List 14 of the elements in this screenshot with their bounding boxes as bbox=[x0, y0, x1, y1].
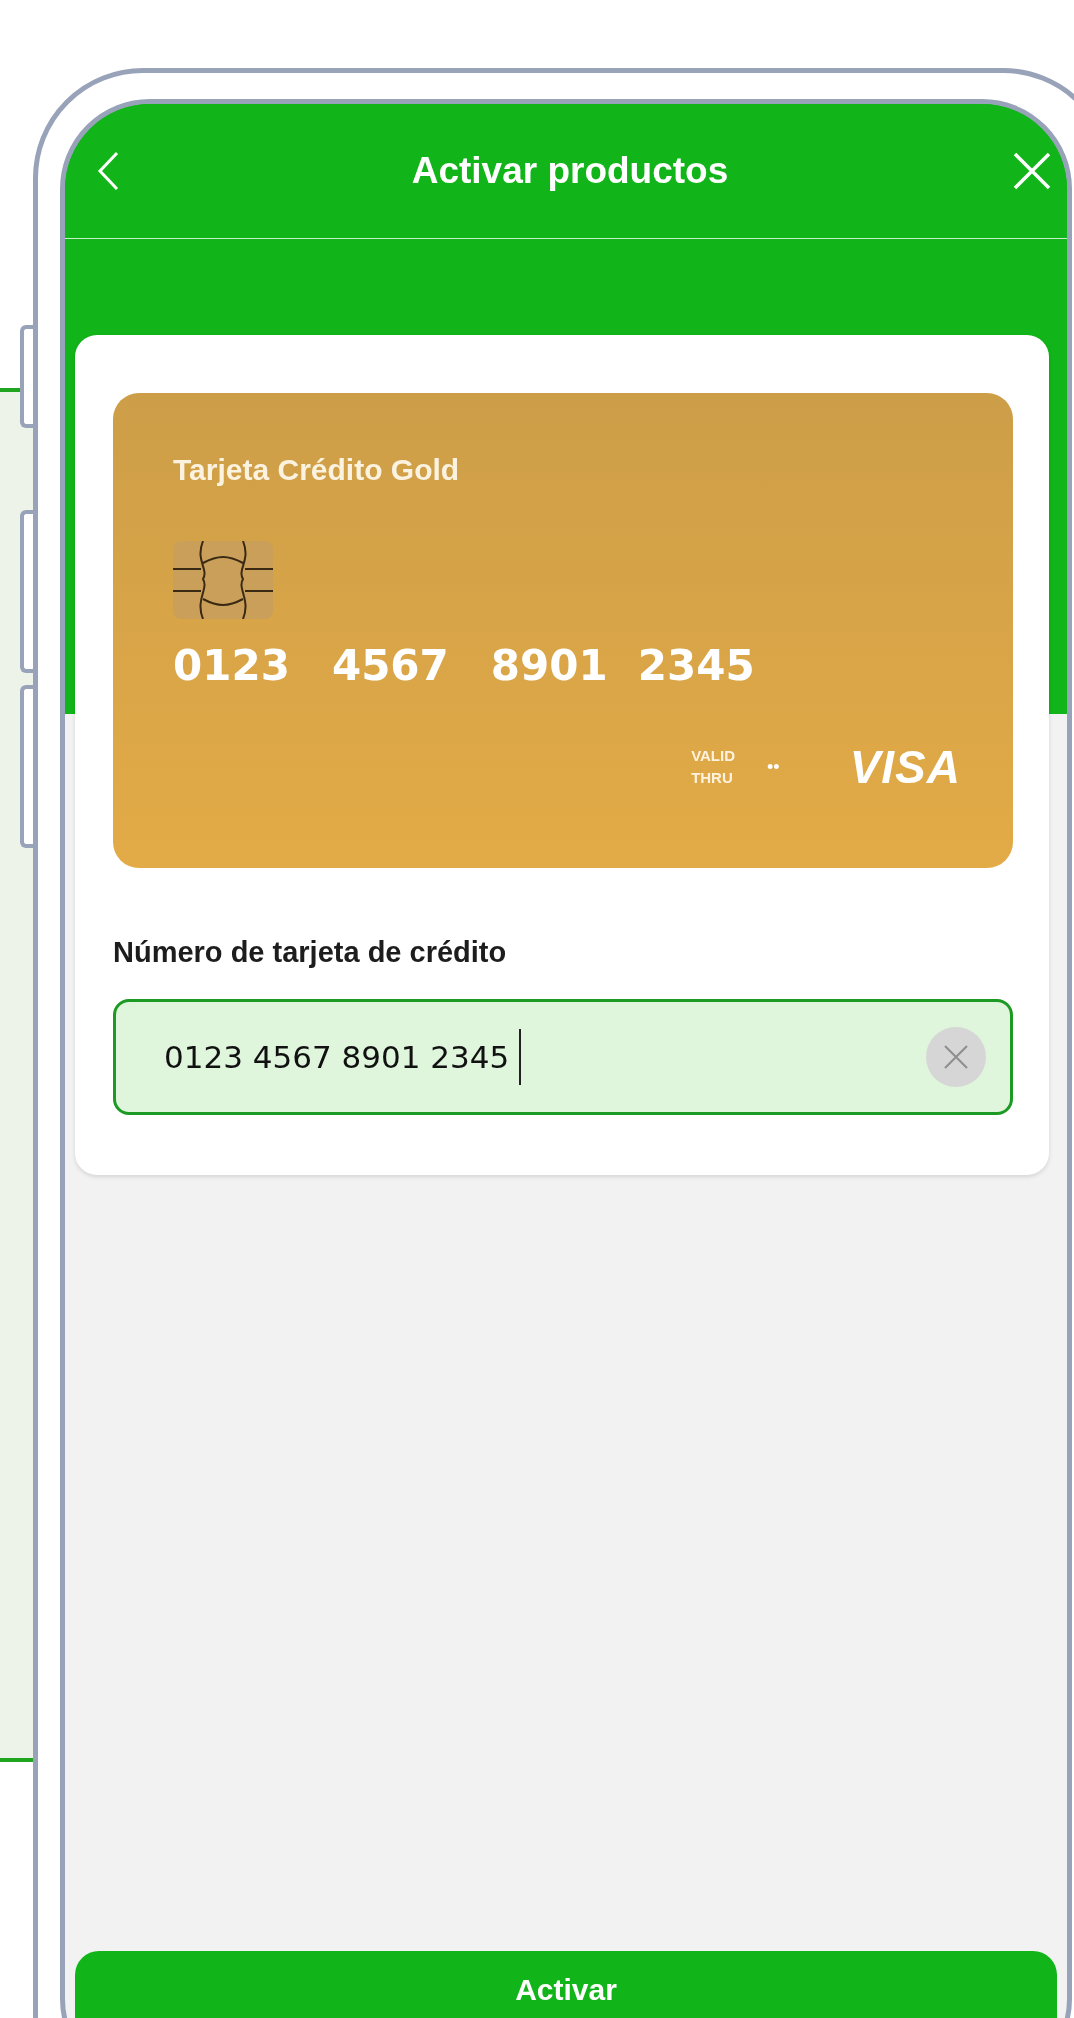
card-number: 8901 bbox=[490, 641, 608, 690]
card-number: 2345 bbox=[637, 641, 755, 690]
valid-thru-label: THRU bbox=[691, 768, 734, 788]
card-number: 4567 bbox=[331, 641, 449, 690]
card-brand: VISA bbox=[849, 740, 961, 794]
card-title: Tarjeta Crédito Gold bbox=[173, 453, 461, 487]
expiry-date: •• bbox=[767, 756, 780, 778]
valid-thru-label: VALID bbox=[691, 746, 735, 766]
chip-icon bbox=[173, 541, 273, 619]
field-label: Número de tarjeta de crédito bbox=[113, 936, 508, 969]
input-field[interactable]: 0123 4567 8901 2345 bbox=[113, 999, 1013, 1115]
screen-title: Activar productos bbox=[411, 150, 729, 192]
clear-icon[interactable] bbox=[926, 1027, 986, 1087]
card-number: 0123 bbox=[173, 641, 290, 690]
